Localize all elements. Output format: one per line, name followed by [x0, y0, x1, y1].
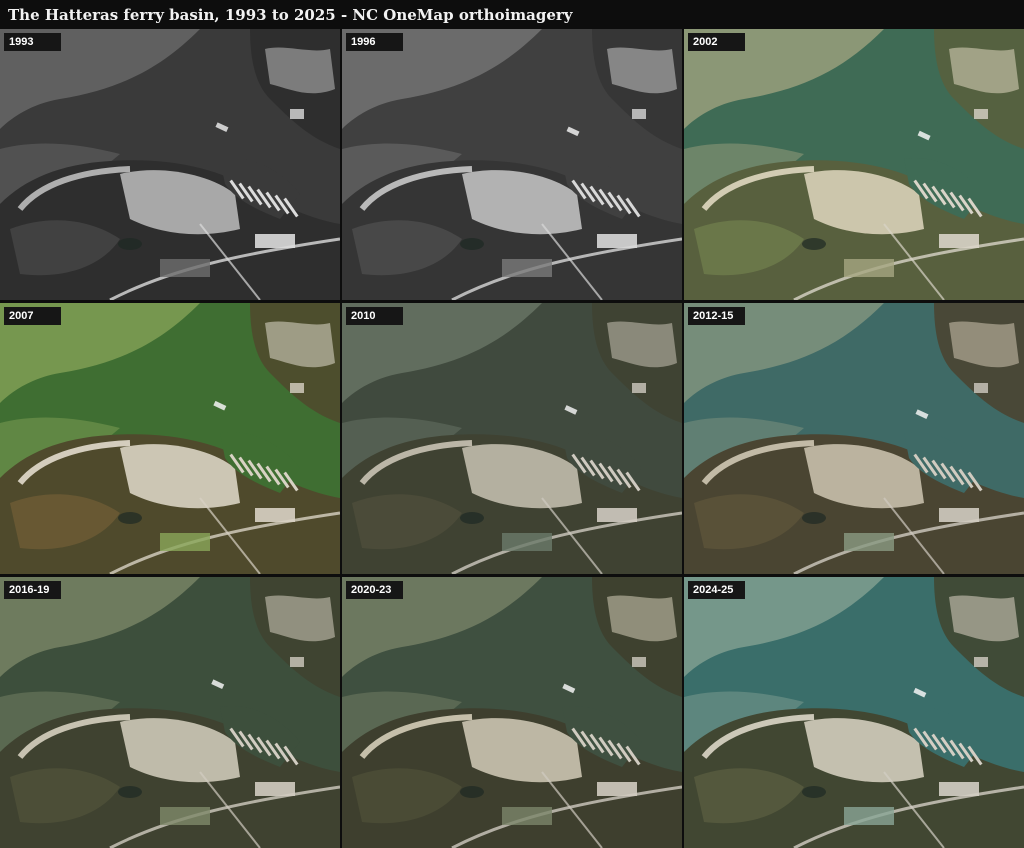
aerial-photo — [684, 29, 1024, 300]
year-label: 2012-15 — [688, 307, 745, 325]
year-label: 2020-23 — [346, 581, 403, 599]
aerial-photo — [684, 577, 1024, 848]
year-label: 2007 — [4, 307, 61, 325]
year-label: 2002 — [688, 33, 745, 51]
aerial-photo-panel: 2020-23 — [342, 577, 682, 848]
aerial-photo — [342, 29, 682, 300]
aerial-photo-panel: 2002 — [684, 29, 1024, 300]
year-label: 2024-25 — [688, 581, 745, 599]
year-label: 2016-19 — [4, 581, 61, 599]
aerial-photo — [0, 303, 340, 574]
aerial-photo — [684, 303, 1024, 574]
page-title: The Hatteras ferry basin, 1993 to 2025 -… — [8, 6, 573, 24]
year-label: 1996 — [346, 33, 403, 51]
aerial-photo-panel: 2010 — [342, 303, 682, 574]
aerial-photo-panel: 1996 — [342, 29, 682, 300]
aerial-photo-panel: 1993 — [0, 29, 340, 300]
page: The Hatteras ferry basin, 1993 to 2025 -… — [0, 0, 1024, 848]
image-grid: 1993 1996 2002 2007 2010 2012-15 2016-19 2020-2… — [0, 29, 1024, 848]
aerial-photo — [0, 29, 340, 300]
aerial-photo — [342, 577, 682, 848]
aerial-photo — [0, 577, 340, 848]
aerial-photo-panel: 2012-15 — [684, 303, 1024, 574]
year-label: 1993 — [4, 33, 61, 51]
year-label: 2010 — [346, 307, 403, 325]
aerial-photo — [342, 303, 682, 574]
aerial-photo-panel: 2016-19 — [0, 577, 340, 848]
aerial-photo-panel: 2024-25 — [684, 577, 1024, 848]
aerial-photo-panel: 2007 — [0, 303, 340, 574]
